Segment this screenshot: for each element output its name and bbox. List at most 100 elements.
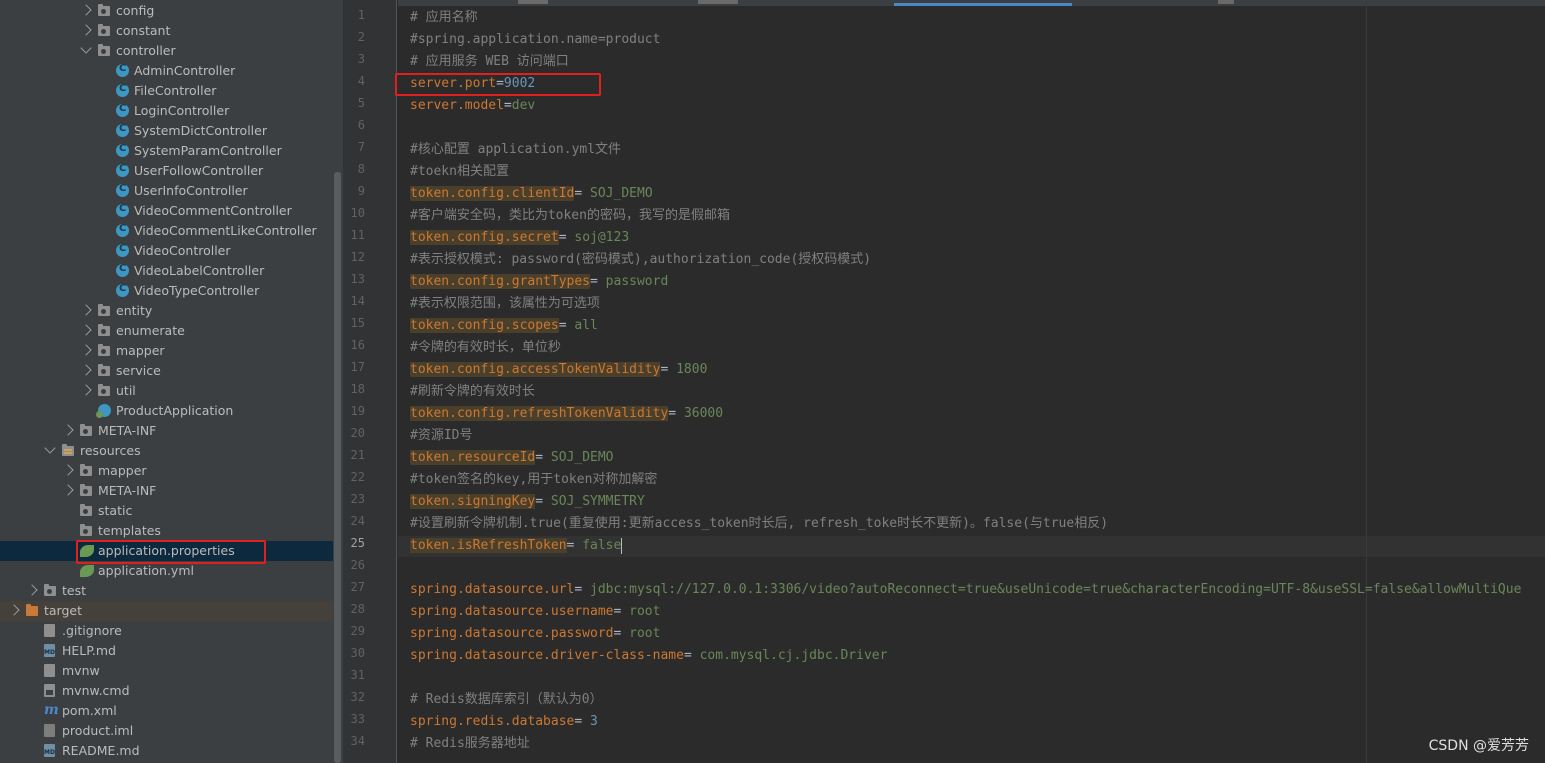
chevron-down-icon[interactable] — [80, 42, 92, 54]
property-key: token.config.accessTokenValidity — [410, 362, 661, 377]
tree-item[interactable]: META-INF — [0, 421, 333, 441]
code-line[interactable]: #表示权限范围，该属性为可选项 — [410, 293, 600, 315]
tree-item[interactable]: mapper — [0, 461, 333, 481]
code-line[interactable]: #核心配置 application.yml文件 — [410, 139, 621, 161]
tree-item[interactable]: application.yml — [0, 561, 333, 581]
editor-tab-active[interactable] — [894, 3, 1072, 6]
tree-item[interactable]: mvnw — [0, 661, 333, 681]
tree-item[interactable]: UserFollowController — [0, 161, 333, 181]
code-line[interactable]: token.config.accessTokenValidity= 1800 — [410, 359, 707, 381]
tree-item[interactable]: README.md — [0, 741, 333, 761]
tree-item[interactable]: META-INF — [0, 481, 333, 501]
property-value: all — [574, 318, 598, 333]
code-line[interactable]: spring.datasource.driver-class-name= com… — [410, 645, 887, 667]
code-line[interactable]: token.isRefreshToken= false — [410, 535, 623, 557]
code-line[interactable]: #spring.application.name=product — [410, 29, 660, 51]
code-line[interactable]: token.signingKey= SOJ_SYMMETRY — [410, 491, 645, 513]
tree-item[interactable]: mapper — [0, 341, 333, 361]
tree-item[interactable]: m pom.xml — [0, 701, 333, 721]
tree-item[interactable]: constant — [0, 21, 333, 41]
code-line[interactable]: # 应用名称 — [410, 7, 478, 29]
code-line[interactable]: spring.datasource.password= root — [410, 623, 660, 645]
tree-item-label: target — [44, 603, 83, 618]
code-line[interactable]: token.config.grantTypes= password — [410, 271, 668, 293]
line-number: 21 — [350, 448, 365, 462]
tree-item[interactable]: UserInfoController — [0, 181, 333, 201]
code-line[interactable]: token.config.clientId= SOJ_DEMO — [410, 183, 653, 205]
tree-item[interactable]: SystemParamController — [0, 141, 333, 161]
chevron-right-icon[interactable] — [80, 4, 92, 16]
code-line[interactable]: #资源ID号 — [410, 425, 472, 447]
code-line[interactable]: #刷新令牌的有效时长 — [410, 381, 535, 403]
project-tree-scrollbar[interactable] — [334, 172, 341, 763]
tree-item[interactable]: static — [0, 501, 333, 521]
tree-item[interactable]: VideoTypeController — [0, 281, 333, 301]
chevron-right-icon[interactable] — [80, 344, 92, 356]
chevron-right-icon[interactable] — [26, 584, 38, 596]
chevron-right-icon[interactable] — [80, 364, 92, 376]
tree-item[interactable]: VideoCommentController — [0, 201, 333, 221]
tree-item[interactable]: service — [0, 361, 333, 381]
folder-icon — [98, 364, 110, 376]
tree-item[interactable]: enumerate — [0, 321, 333, 341]
tree-item[interactable]: product.iml — [0, 721, 333, 741]
editor-tab[interactable] — [518, 0, 548, 4]
tree-item[interactable]: config — [0, 1, 333, 21]
code-line[interactable]: # Redis数据库索引（默认为0） — [410, 689, 603, 711]
chevron-right-icon[interactable] — [62, 484, 74, 496]
code-line[interactable]: #表示授权模式: password(密码模式),authorization_co… — [410, 249, 871, 271]
code-line[interactable]: #toekn相关配置 — [410, 161, 509, 183]
tree-item-label: SystemDictController — [134, 123, 267, 138]
code-line[interactable]: server.model=dev — [410, 95, 535, 117]
tree-item[interactable]: util — [0, 381, 333, 401]
code-line[interactable]: spring.redis.database= 3 — [410, 711, 598, 733]
tree-item[interactable]: AdminController — [0, 61, 333, 81]
tree-item[interactable]: mvnw.cmd — [0, 681, 333, 701]
line-number: 34 — [350, 734, 365, 748]
chevron-right-icon[interactable] — [80, 324, 92, 336]
code-editor[interactable]: # 应用名称 #spring.application.name=product # … — [398, 0, 1545, 763]
editor-tab[interactable] — [698, 0, 738, 4]
tree-item[interactable]: controller — [0, 41, 333, 61]
tree-item[interactable]: VideoCommentLikeController — [0, 221, 333, 241]
class-icon — [116, 223, 129, 237]
chevron-right-icon[interactable] — [62, 464, 74, 476]
tree-item[interactable]: templates — [0, 521, 333, 541]
code-line[interactable]: # 应用服务 WEB 访问端口 — [410, 51, 569, 73]
code-line[interactable]: token.config.secret= soj@123 — [410, 227, 629, 249]
editor-tab[interactable] — [1218, 0, 1234, 4]
code-line[interactable]: #设置刷新令牌机制.true(重复使用:更新access_token时长后, r… — [410, 513, 1108, 535]
code-line[interactable]: #token签名的key,用于token对称加解密 — [410, 469, 657, 491]
chevron-right-icon[interactable] — [80, 384, 92, 396]
chevron-right-icon[interactable] — [62, 424, 74, 436]
tree-item[interactable]: HELP.md — [0, 641, 333, 661]
tree-item[interactable]: target — [0, 601, 333, 621]
tree-item[interactable]: .gitignore — [0, 621, 333, 641]
tree-item-label: META-INF — [98, 483, 157, 498]
chevron-right-icon[interactable] — [80, 24, 92, 36]
property-separator: = — [613, 626, 630, 641]
chevron-right-icon[interactable] — [8, 604, 20, 616]
code-line[interactable]: #令牌的有效时长，单位秒 — [410, 337, 561, 359]
code-line[interactable]: # Redis服务器地址 — [410, 733, 530, 755]
chevron-down-icon[interactable] — [44, 442, 56, 454]
tree-item[interactable]: LoginController — [0, 101, 333, 121]
tree-item[interactable]: FileController — [0, 81, 333, 101]
tree-item[interactable]: resources — [0, 441, 333, 461]
chevron-right-icon[interactable] — [80, 304, 92, 316]
tree-item[interactable]: test — [0, 581, 333, 601]
code-line[interactable]: #客户端安全码，类比为token的密码，我写的是假邮箱 — [410, 205, 730, 227]
tree-item[interactable]: SystemDictController — [0, 121, 333, 141]
markdown-file-icon — [44, 644, 55, 657]
tree-item[interactable]: entity — [0, 301, 333, 321]
code-line[interactable]: token.config.refreshTokenValidity= 36000 — [410, 403, 723, 425]
code-line[interactable]: token.resourceId= SOJ_DEMO — [410, 447, 614, 469]
code-line[interactable]: spring.datasource.username= root — [410, 601, 660, 623]
code-line[interactable]: token.config.scopes= all — [410, 315, 598, 337]
tree-item[interactable]: VideoController — [0, 241, 333, 261]
tree-item[interactable]: VideoLabelController — [0, 261, 333, 281]
code-line[interactable]: spring.datasource.url= jdbc:mysql://127.… — [410, 579, 1521, 601]
tree-item[interactable]: ProductApplication — [0, 401, 333, 421]
line-number: 16 — [350, 338, 365, 352]
tree-item-label: util — [116, 383, 136, 398]
